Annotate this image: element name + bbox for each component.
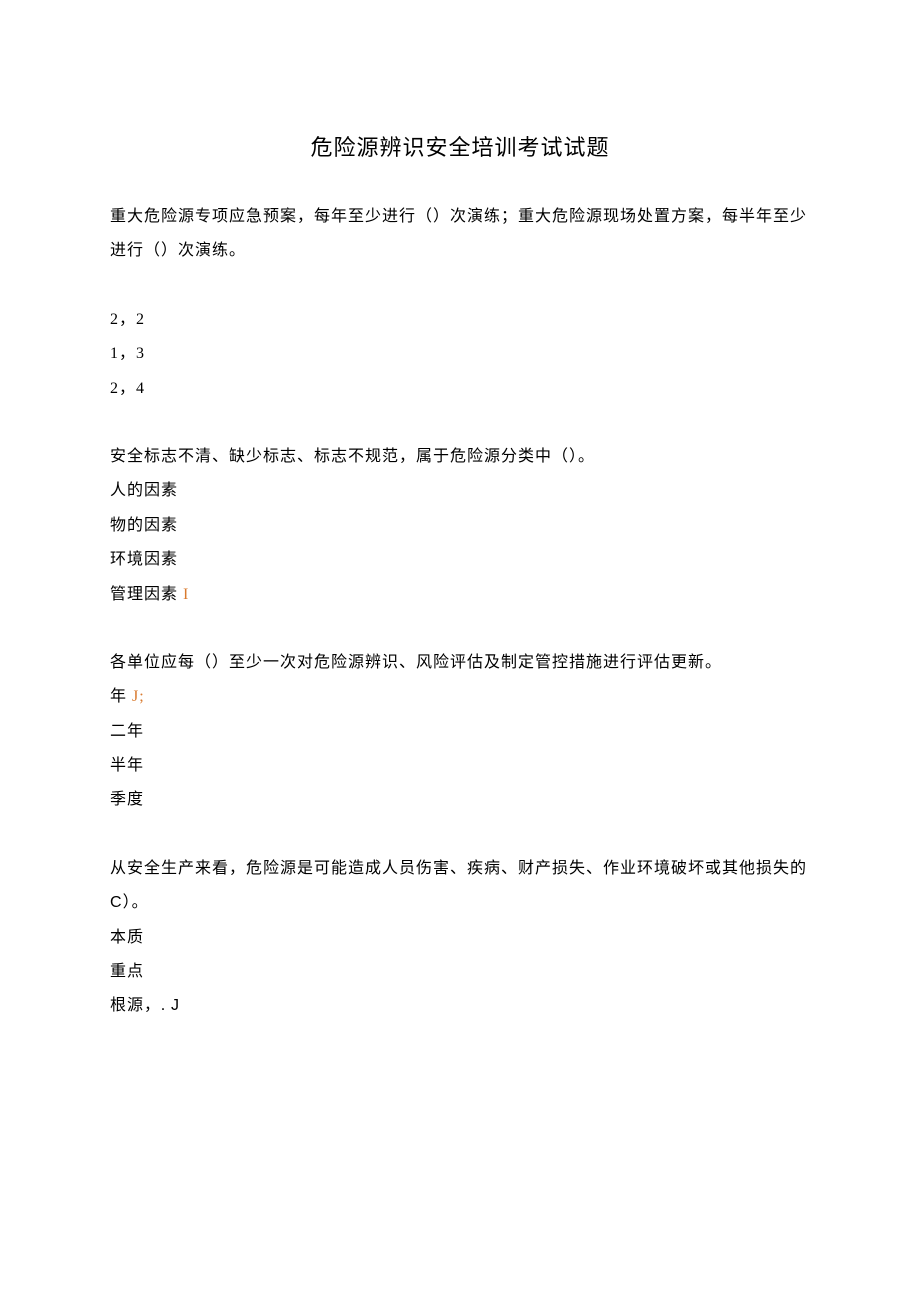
question-2-options: 人的因素 物的因素 环境因素 管理因素 I (110, 474, 810, 612)
question-1-options: 2，2 1，3 2，4 (110, 303, 810, 406)
question-3-stem: 各单位应每（）至少一次对危险源辨识、风险评估及制定管控措施进行评估更新。 (110, 646, 810, 680)
question-2-option-d: 管理因素 I (110, 578, 810, 612)
page-title: 危险源辨识安全培训考试试题 (110, 130, 810, 162)
question-1-stem: 重大危险源专项应急预案，每年至少进行（）次演练；重大危险源现场处置方案，每半年至… (110, 200, 810, 269)
question-4-options: 本质 重点 根源，. J (110, 921, 810, 1024)
question-3-option-b: 二年 (110, 715, 810, 749)
question-3-option-a: 年 J; (110, 680, 810, 714)
question-1-option-c: 2，4 (110, 372, 810, 406)
question-3-option-c: 半年 (110, 749, 810, 783)
question-3-options: 年 J; 二年 半年 季度 (110, 680, 810, 818)
question-1-option-a: 2，2 (110, 303, 810, 337)
question-2-stem: 安全标志不清、缺少标志、标志不规范，属于危险源分类中（）。 (110, 440, 810, 474)
question-1-option-b: 1，3 (110, 337, 810, 371)
document-body: 重大危险源专项应急预案，每年至少进行（）次演练；重大危险源现场处置方案，每半年至… (110, 200, 810, 1024)
letter-c: C (110, 894, 123, 911)
answer-mark-icon: J (171, 997, 180, 1014)
question-4-option-c: 根源，. J (110, 989, 810, 1023)
question-2-option-c: 环境因素 (110, 543, 810, 577)
question-2-option-b: 物的因素 (110, 509, 810, 543)
question-2-option-a: 人的因素 (110, 474, 810, 508)
question-4-option-b: 重点 (110, 955, 810, 989)
question-4-option-a: 本质 (110, 921, 810, 955)
answer-mark-icon: I (183, 586, 189, 603)
question-4-stem: 从安全生产来看，危险源是可能造成人员伤害、疾病、财产损失、作业环境破坏或其他损失… (110, 852, 810, 921)
question-3-option-d: 季度 (110, 783, 810, 817)
answer-mark-icon: J; (132, 688, 145, 705)
